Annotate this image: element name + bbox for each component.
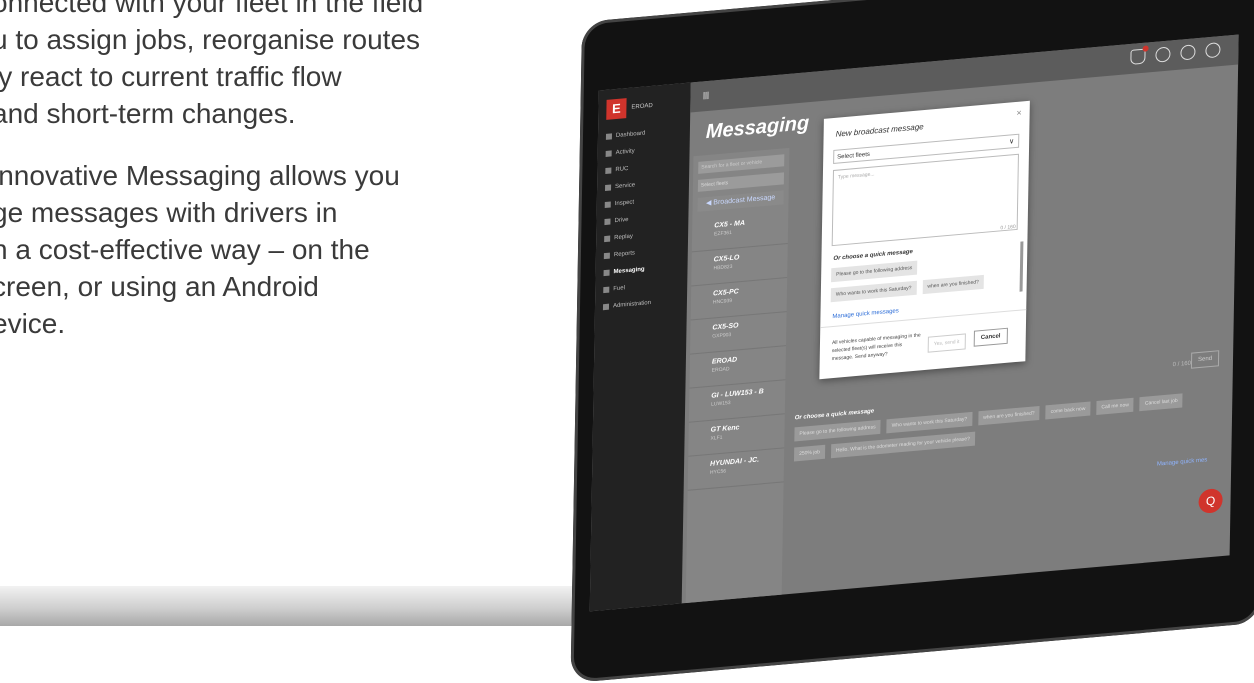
quick-message-chip[interactable]: Who wants to work this Saturday? [886,411,973,434]
nav-icon [605,166,612,174]
nav-icon [602,303,610,310]
sidebar-nav: Dashboard Activity RUC Service Inspect D… [602,124,654,316]
char-count: 0 / 160 [1000,224,1016,232]
sidebar-item-label: Administration [612,299,652,309]
copy-line: evice. [0,308,66,339]
quick-message-label: Or choose a quick message [794,408,875,422]
sidebar-item-label: RUC [615,165,629,173]
quick-message-chip[interactable]: Please go to the following address [794,419,881,442]
list-item[interactable]: HYUNDAI - JC. HYC56 [687,448,785,491]
quick-message-chip[interactable]: Cancel last job [1139,393,1183,412]
quick-message-chip[interactable]: 250% job [793,444,826,462]
copy-line: u to assign jobs, reorganise routes [0,24,421,55]
copy-line: ge messages with drivers in [0,197,338,228]
copy-line: ly react to current traffic flow [0,61,342,92]
broadcast-modal: × New broadcast message Select fleets ∨ … [819,100,1030,381]
quick-message-chip[interactable]: Call me now [1096,397,1134,415]
copy-line: creen, or using an Android [0,271,319,302]
search-input[interactable]: Search for a fleet or vehicle [698,154,785,174]
close-icon[interactable]: × [1016,107,1021,117]
quick-message-chip[interactable]: come back now [1045,401,1091,420]
eroad-logo-icon: E [606,98,627,120]
help-search-fab[interactable]: Q [1198,487,1223,515]
chevron-down-icon: ∨ [1008,138,1015,146]
modal-quick-chips: Please go to the following address Who w… [830,253,1008,303]
page-title: Messaging [705,112,810,144]
select-fleets-value: Select fleets [837,151,870,161]
copy-line: onnected with your fleet in the field [0,0,424,18]
message-textarea[interactable]: Type message... [831,153,1019,247]
minus-circle-icon[interactable] [1155,46,1171,63]
modal-footer: All vehicles capable of messaging in the… [819,309,1027,381]
help-icon[interactable] [1180,44,1196,61]
logo-text: EROAD [631,102,653,111]
sidebar-item-label: Inspect [614,198,635,207]
nav-icon [603,286,610,293]
laptop-mockup: E EROAD Dashboard Activity RUC Service I… [0,0,1254,683]
copy-line: and short-term changes. [0,98,296,129]
nav-icon [603,252,610,259]
nav-icon [604,201,611,208]
quick-message-chips: Please go to the following address Who w… [793,392,1195,462]
modal-title: New broadcast message [835,122,924,139]
sidebar-item-administration[interactable]: Administration [602,294,652,315]
nav-icon [603,269,610,276]
sidebar-item-label: Drive [614,216,629,224]
nav-icon [605,132,613,140]
topbar-icons [1130,42,1221,65]
sidebar-item-label: Activity [615,147,635,156]
app-topbar: Ⅲ [690,34,1239,113]
nav-icon [605,183,612,191]
confirm-warning-text: All vehicles capable of messaging in the… [831,332,921,363]
select-fleets-dropdown[interactable]: Select fleets [697,172,785,192]
quick-message-chip[interactable]: when are you finished? [978,405,1040,426]
app-logo[interactable]: E EROAD [606,96,653,120]
sidebar-item-label: Reports [613,249,635,258]
bell-icon[interactable] [1130,48,1146,65]
scrollbar[interactable] [1019,241,1024,292]
gear-icon[interactable] [1205,42,1221,59]
copy-line: innovative Messaging allows you [0,160,400,191]
char-count: 0 / 160 [1172,360,1192,369]
sidebar-item-label: Dashboard [615,129,646,139]
send-button[interactable]: Send [1190,350,1220,369]
compose-panel: 0 / 160 Send Or choose a quick message P… [787,350,1220,544]
quick-message-label: Or choose a quick message [833,249,913,263]
manage-quick-messages-link[interactable]: Manage quick messages [832,308,898,320]
nav-icon [605,149,612,157]
broadcast-message-button[interactable]: ◀ Broadcast Message [697,190,784,212]
cancel-button[interactable]: Cancel [973,327,1008,347]
quick-message-chip[interactable]: Who wants to work this Saturday? [830,280,917,303]
quick-message-chip[interactable]: when are you finished? [922,274,984,295]
yes-send-button[interactable]: Yes, send it [927,333,966,353]
menu-icon[interactable]: Ⅲ [702,91,709,103]
app-screen: E EROAD Dashboard Activity RUC Service I… [589,34,1239,612]
laptop-screen-bezel: E EROAD Dashboard Activity RUC Service I… [570,0,1254,683]
app-sidebar: E EROAD Dashboard Activity RUC Service I… [589,82,691,612]
quick-message-chip[interactable]: Please go to the following address [831,260,918,283]
sidebar-item-label: Messaging [613,266,645,275]
sidebar-item-label: Fuel [613,284,626,292]
nav-icon [604,218,611,225]
sidebar-item-label: Service [615,181,636,190]
vehicle-list: CX5 - MA EZF361 CX5-LO HBD823 CX5-PC HNC939… [687,209,789,491]
manage-quick-messages-link[interactable]: Manage quick mes [1157,457,1207,467]
nav-icon [604,235,611,242]
vehicle-list-panel: Search for a fleet or vehicle Select fle… [685,147,790,608]
copy-line: n a cost-effective way – on the [0,234,370,265]
sidebar-item-label: Replay [614,233,633,241]
marketing-copy: onnected with your fleet in the field u … [0,0,492,342]
